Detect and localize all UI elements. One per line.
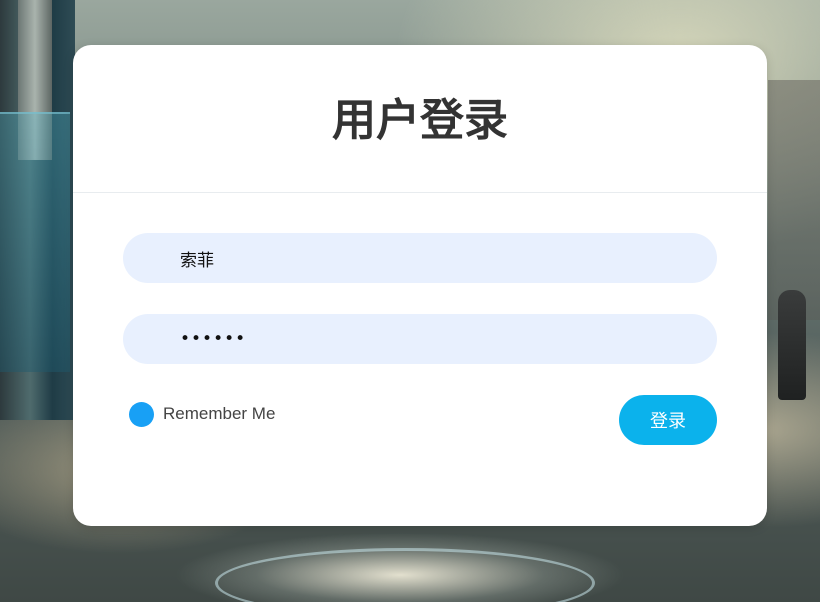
background-floor-ring <box>215 548 595 602</box>
checkbox-indicator[interactable] <box>129 401 154 427</box>
login-title: 用户登录 <box>332 95 508 146</box>
login-card: 用户登录 Remember Me 登录 <box>73 45 767 526</box>
remember-me-checkbox[interactable]: Remember Me <box>129 401 275 427</box>
password-input[interactable] <box>123 314 717 364</box>
background-glass-panel <box>0 112 70 372</box>
login-button[interactable]: 登录 <box>619 395 717 445</box>
title-divider <box>73 192 767 193</box>
background-tower-right <box>768 80 820 320</box>
background-figure <box>778 290 806 400</box>
username-input[interactable] <box>123 233 717 283</box>
remember-me-label: Remember Me <box>163 404 276 423</box>
